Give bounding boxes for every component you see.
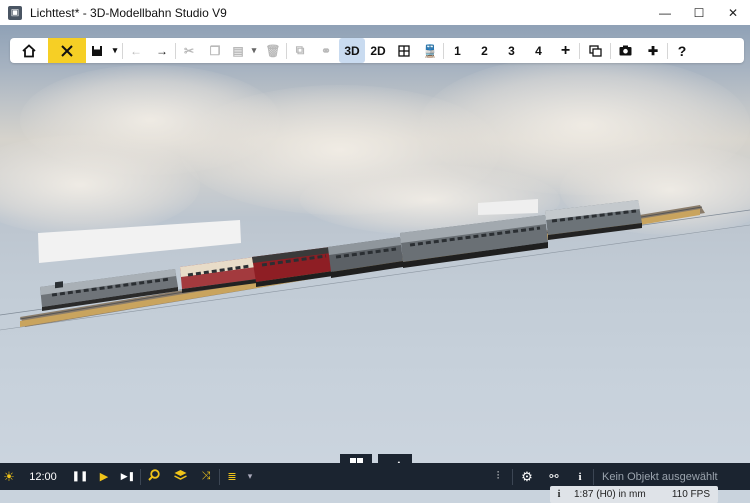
layers-button[interactable] [167,463,193,490]
status-bar: i 1:87 (H0) in mm 110 FPS [550,486,718,503]
add-layer-button[interactable]: + [552,38,579,63]
title-bar: ▣ Lichttest* - 3D-Modellbahn Studio V9 —… [0,0,750,26]
search-icon [148,469,160,484]
home-icon [22,43,36,58]
camera-icon [619,45,632,56]
tools-icon [60,44,74,58]
switch-button[interactable]: ⤨ [193,463,219,490]
help-button[interactable]: ? [668,38,696,63]
train-view-button[interactable]: 🚆 [417,38,443,63]
list-icon: ≣ [227,471,237,483]
sliders-icon: ⫶ [496,470,500,482]
redo-button[interactable]: → [149,38,175,63]
undo-button[interactable]: ← [123,38,149,63]
layer-4-button[interactable]: 4 [525,38,552,63]
list-dropdown[interactable]: ▾ [244,463,256,490]
layer-3-button[interactable]: 3 [498,38,525,63]
paste-icon: ▤ [232,43,244,58]
copy-button[interactable]: ❐ [202,38,228,63]
group-icon: ⧉ [295,43,305,57]
fps-display: 110 FPS [671,489,710,500]
info-icon: i [578,470,582,483]
maximize-button[interactable]: ☐ [682,0,716,25]
settings-button[interactable]: ⚙ [513,463,541,490]
save-button[interactable] [86,38,108,63]
train-scene[interactable] [0,25,750,463]
grid-view-button[interactable] [391,38,417,63]
properties-button[interactable]: ⫶ [484,463,512,490]
window-controls: — ☐ ✕ [648,0,750,25]
puzzle-icon: ✚ [647,43,659,58]
arrow-right-icon: → [156,43,168,58]
3d-viewport[interactable] [0,25,750,463]
pause-icon: ❚❚ [71,471,89,482]
play-icon: ▶ [99,471,109,483]
paste-button[interactable]: ▤ [228,38,248,63]
close-button[interactable]: ✕ [716,0,750,25]
paste-dropdown[interactable]: ▾ [248,38,260,63]
scissors-icon: ✂ [183,43,195,58]
save-icon [91,45,103,57]
home-button[interactable] [10,38,48,63]
group-button[interactable]: ⧉ [287,38,313,63]
view-2d-button[interactable]: 2D [365,38,391,63]
plugins-button[interactable]: ✚ [639,38,667,63]
delete-button[interactable]: 🗑 [260,38,286,63]
search-button[interactable] [141,463,167,490]
layer-2-button[interactable]: 2 [471,38,498,63]
window-title: Lichttest* - 3D-Modellbahn Studio V9 [30,5,227,20]
list-button[interactable]: ≣ [220,463,244,490]
screenshot-button[interactable] [611,38,639,63]
link-button[interactable]: ⚭ [313,38,339,63]
trash-icon: 🗑 [265,43,281,58]
skip-forward-icon: ▶❚ [120,471,136,481]
sun-icon: ☀ [3,468,15,484]
train-icon: 🚆 [422,43,438,58]
windows-icon [588,44,602,57]
sun-button[interactable]: ☀ [0,463,18,490]
chevron-down-icon: ▾ [251,45,257,55]
grid-icon [398,44,410,57]
chevron-down-icon: ▾ [112,45,118,55]
minimize-button[interactable]: — [648,0,682,25]
chevron-down-icon: ▾ [247,471,253,481]
connection-icon: ⚯ [549,471,559,483]
app-icon: ▣ [8,5,22,20]
pause-button[interactable]: ❚❚ [68,463,92,490]
copy-icon: ❐ [209,43,221,58]
info-icon: i [557,489,561,500]
window-button[interactable] [580,38,610,63]
edit-mode-button[interactable] [48,38,86,63]
layers-icon [173,469,187,484]
gear-icon: ⚙ [521,468,533,484]
scale-display: 1:87 (H0) in mm [574,489,646,500]
arrow-left-icon: ← [130,43,142,58]
shuffle-icon: ⤨ [201,470,211,482]
link-icon: ⚭ [320,43,332,58]
cut-button[interactable]: ✂ [176,38,202,63]
main-toolbar: ▾ ← → ✂ ❐ ▤ ▾ 🗑 ⧉ ⚭ 3D 2D 🚆 1 2 3 4 + ✚ … [10,38,744,63]
fast-forward-button[interactable]: ▶❚ [116,463,140,490]
layer-1-button[interactable]: 1 [444,38,471,63]
save-dropdown[interactable]: ▾ [108,38,122,63]
play-button[interactable]: ▶ [92,463,116,490]
time-display[interactable]: 12:00 [18,463,68,490]
view-3d-button[interactable]: 3D [339,38,365,63]
